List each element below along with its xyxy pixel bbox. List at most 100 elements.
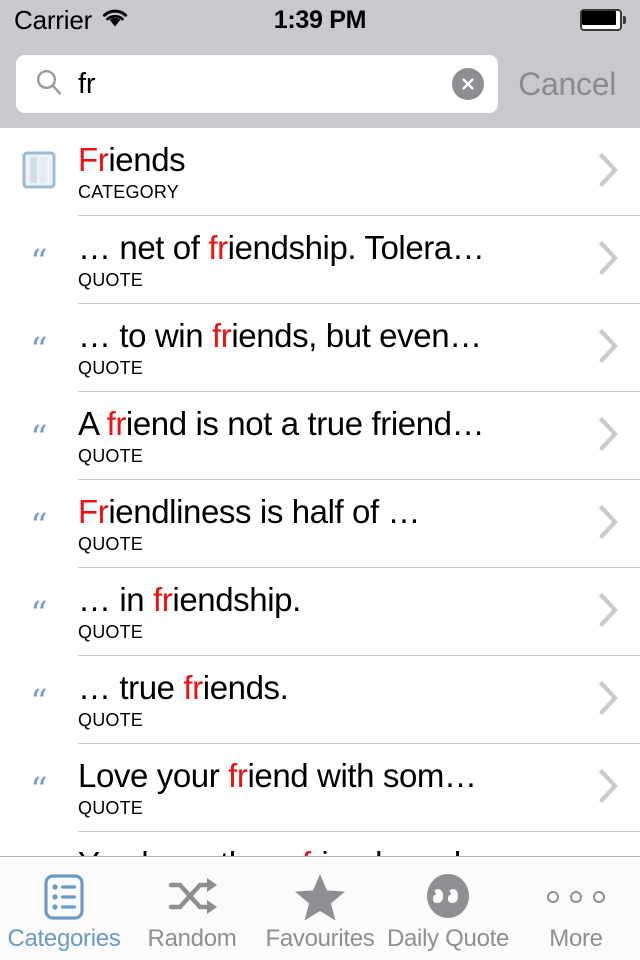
result-icon: “	[0, 656, 78, 744]
chevron-right-icon	[598, 503, 620, 546]
disclosure-chevron[interactable]	[578, 480, 640, 568]
tab-daily-quote[interactable]: Daily Quote	[384, 857, 512, 960]
result-title: Friendliness is half of …	[78, 495, 421, 530]
result-icon: “	[0, 480, 78, 568]
search-input-value: fr	[78, 67, 96, 100]
result-text: … net of friendship. Tolera… QUOTE	[78, 216, 578, 304]
search-results-list[interactable]: Friends CATEGORY “ … net of friendship. …	[0, 128, 640, 856]
disclosure-chevron[interactable]	[578, 568, 640, 656]
quote-mark-icon: “	[30, 242, 48, 282]
quote-bubble-icon	[423, 871, 473, 923]
search-icon	[34, 67, 64, 102]
result-title-highlight: fr	[106, 407, 127, 442]
quote-mark-icon: “	[30, 594, 48, 634]
search-bar: fr Cancel	[0, 40, 640, 128]
result-title-highlight: fr	[302, 847, 322, 856]
tab-more[interactable]: More	[512, 857, 640, 960]
quote-mark-icon: “	[30, 506, 48, 546]
result-title: … in friendship.	[78, 583, 301, 618]
result-text: A friend is not a true friend… QUOTE	[78, 392, 578, 480]
result-title: … net of friendship. Tolera…	[78, 231, 485, 266]
tab-label: More	[549, 924, 603, 952]
result-type-label: QUOTE	[78, 269, 144, 290]
clear-search-button[interactable]	[452, 68, 485, 100]
result-icon	[0, 128, 78, 216]
status-bar-right	[580, 9, 626, 31]
result-title-highlight: Fr	[78, 143, 109, 178]
tab-categories[interactable]: Categories	[0, 857, 128, 960]
cancel-button[interactable]: Cancel	[504, 66, 624, 103]
tab-favourites[interactable]: Favourites	[256, 857, 384, 960]
result-title: … true friends.	[78, 671, 289, 706]
quote-mark-icon: “	[30, 682, 48, 722]
result-text: You have three friends and QUOTE	[78, 832, 578, 856]
more-dots-icon	[547, 871, 605, 923]
disclosure-chevron[interactable]	[578, 744, 640, 832]
result-type-label: QUOTE	[78, 709, 144, 730]
result-type-label: QUOTE	[78, 797, 144, 818]
result-icon: “	[0, 568, 78, 656]
result-type-label: QUOTE	[78, 533, 144, 554]
tab-label: Categories	[7, 924, 121, 952]
chevron-right-icon	[598, 415, 620, 458]
result-type-label: QUOTE	[78, 621, 144, 642]
result-title: Friends	[78, 143, 186, 178]
quote-mark-icon: “	[30, 330, 48, 370]
result-title-highlight: fr	[211, 319, 232, 354]
result-icon: “	[0, 392, 78, 480]
shuffle-icon	[167, 871, 217, 923]
result-title-highlight: Fr	[78, 495, 109, 530]
star-icon	[294, 871, 346, 923]
chevron-right-icon	[598, 151, 620, 194]
disclosure-chevron[interactable]	[578, 832, 640, 856]
result-icon: “	[0, 304, 78, 392]
quote-mark-icon: “	[30, 770, 48, 810]
disclosure-chevron[interactable]	[578, 216, 640, 304]
result-title: Love your friend with som…	[78, 759, 477, 794]
tab-label: Random	[147, 924, 237, 952]
list-document-icon	[39, 871, 89, 923]
header: Carrier 1:39 PM fr Cancel	[0, 0, 640, 128]
result-title: … to win friends, but even…	[78, 319, 482, 354]
status-bar-time: 1:39 PM	[273, 5, 367, 34]
result-type-label: QUOTE	[78, 445, 144, 466]
search-result-row[interactable]: “ … in friendship. QUOTE	[0, 568, 640, 656]
result-text: … in friendship. QUOTE	[78, 568, 578, 656]
category-book-icon	[22, 151, 56, 194]
disclosure-chevron[interactable]	[578, 656, 640, 744]
result-title-highlight: fr	[208, 231, 228, 266]
result-title: A friend is not a true friend…	[78, 407, 485, 442]
chevron-right-icon	[598, 591, 620, 634]
search-result-row[interactable]: “ … true friends. QUOTE	[0, 656, 640, 744]
search-result-row[interactable]: “ You have three friends and QUOTE	[0, 832, 640, 856]
chevron-right-icon	[598, 239, 620, 282]
result-title: You have three friends and	[78, 847, 570, 856]
search-result-row[interactable]: “ … net of friendship. Tolera… QUOTE	[0, 216, 640, 304]
result-text: Friends CATEGORY	[78, 128, 578, 216]
search-result-row[interactable]: “ A friend is not a true friend… QUOTE	[0, 392, 640, 480]
result-icon: “	[0, 832, 78, 856]
tab-random[interactable]: Random	[128, 857, 256, 960]
status-bar: Carrier 1:39 PM	[0, 0, 640, 40]
chevron-right-icon	[598, 327, 620, 370]
disclosure-chevron[interactable]	[578, 392, 640, 480]
chevron-right-icon	[598, 679, 620, 722]
result-title-highlight: fr	[228, 759, 248, 794]
result-icon: “	[0, 744, 78, 832]
search-result-row[interactable]: Friends CATEGORY	[0, 128, 640, 216]
result-text: Love your friend with som… QUOTE	[78, 744, 578, 832]
disclosure-chevron[interactable]	[578, 304, 640, 392]
disclosure-chevron[interactable]	[578, 128, 640, 216]
search-result-row[interactable]: “ Love your friend with som… QUOTE	[0, 744, 640, 832]
result-text: Friendliness is half of … QUOTE	[78, 480, 578, 568]
chevron-right-icon	[598, 767, 620, 810]
search-result-row[interactable]: “ … to win friends, but even… QUOTE	[0, 304, 640, 392]
tab-label: Daily Quote	[386, 924, 510, 952]
result-type-label: QUOTE	[78, 357, 144, 378]
tab-bar: Categories Random Favourites Daily Quote…	[0, 856, 640, 960]
search-input[interactable]: fr	[16, 55, 499, 113]
result-icon: “	[0, 216, 78, 304]
result-type-label: CATEGORY	[78, 181, 179, 202]
result-title-highlight: fr	[183, 671, 203, 706]
search-result-row[interactable]: “ Friendliness is half of … QUOTE	[0, 480, 640, 568]
